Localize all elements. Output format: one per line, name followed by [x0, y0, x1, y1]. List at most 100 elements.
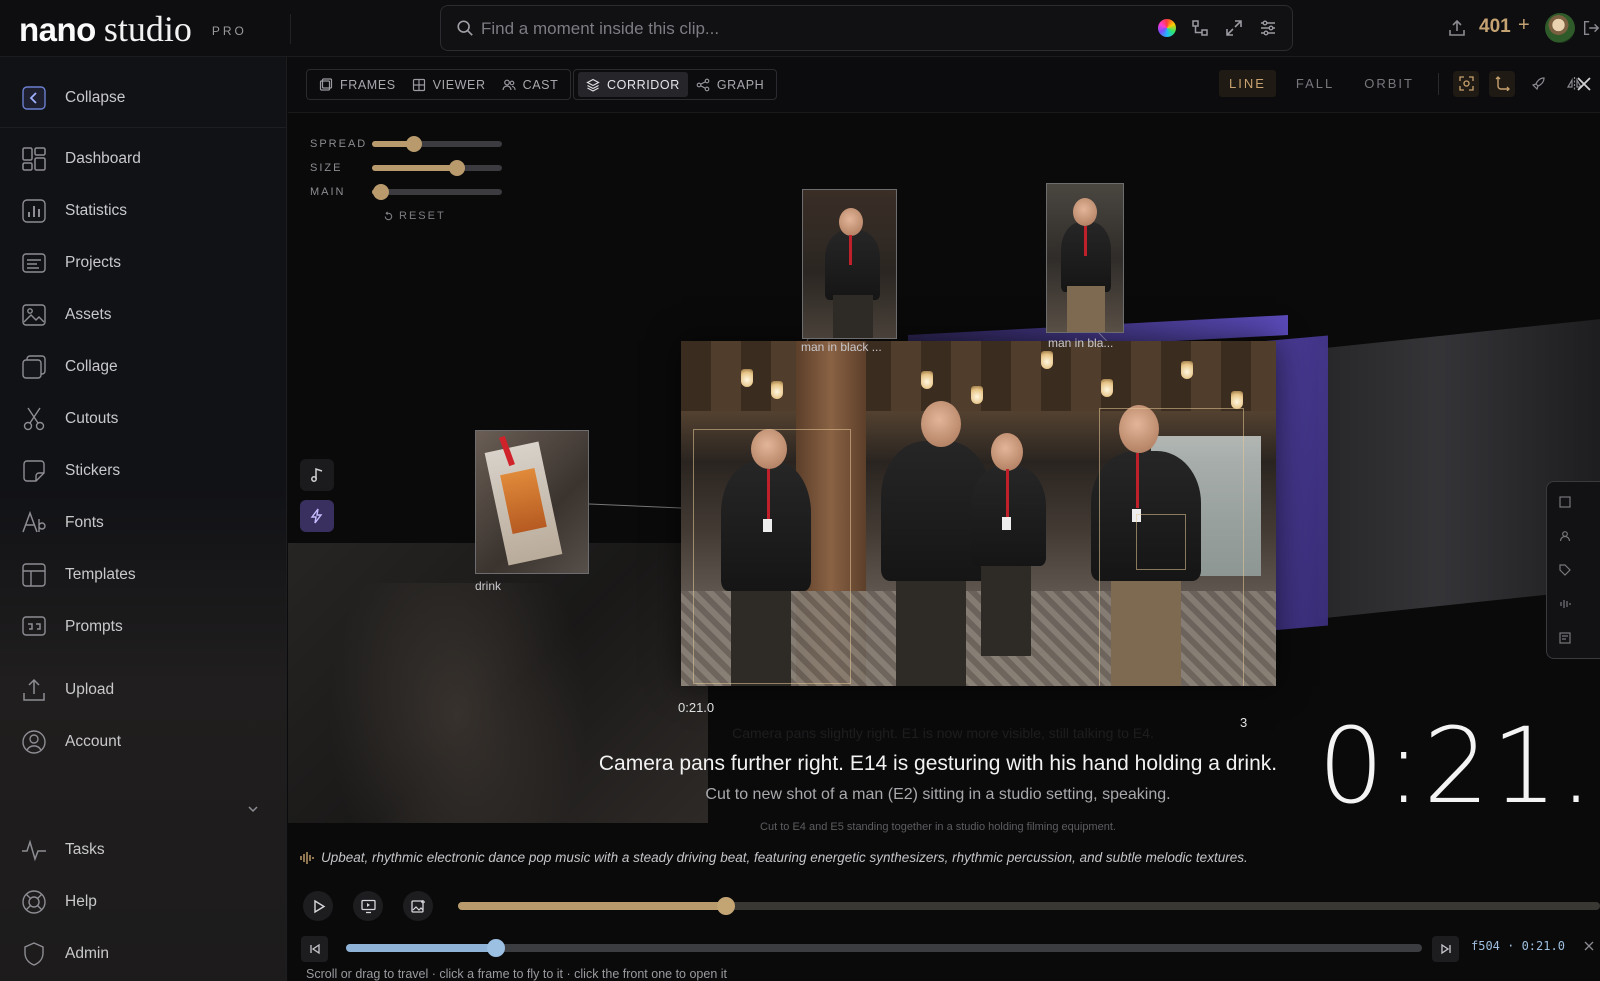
mode-orbit[interactable]: ORBIT	[1354, 70, 1424, 97]
search-bar[interactable]	[440, 5, 1293, 51]
tab-graph[interactable]: GRAPH	[688, 72, 772, 97]
lightning-icon	[310, 508, 323, 524]
inspector-panel-handle[interactable]	[1546, 481, 1600, 659]
thumbnail-label: drink	[475, 579, 502, 593]
mode-line[interactable]: LINE	[1219, 70, 1276, 97]
sticker-icon	[23, 460, 45, 482]
search-tools	[1158, 18, 1278, 38]
sidebar-item-projects[interactable]: Projects	[20, 246, 270, 280]
close-icon[interactable]	[1576, 76, 1592, 92]
collage-icon	[22, 355, 46, 379]
sidebar-item-prompts[interactable]: Prompts	[20, 610, 270, 644]
sidebar-item-admin[interactable]: Admin	[20, 937, 270, 971]
sidebar-item-label: Cutouts	[65, 410, 119, 427]
slider-track[interactable]	[372, 184, 502, 200]
sidebar-item-label: Projects	[65, 254, 121, 271]
user-avatar[interactable]	[1545, 13, 1575, 43]
front-frame[interactable]	[681, 341, 1276, 686]
rocket-icon	[1531, 77, 1545, 91]
add-credits-button[interactable]: +	[1518, 14, 1530, 37]
thumbnail-man-in-black-2[interactable]	[1046, 183, 1124, 333]
close-icon[interactable]	[1584, 941, 1594, 951]
sidebar-item-label: Dashboard	[65, 150, 141, 167]
fly-button[interactable]	[1525, 71, 1551, 97]
sidebar-item-collapse[interactable]: Collapse	[20, 81, 270, 115]
sidebar-item-tasks[interactable]: Tasks	[20, 833, 270, 867]
layout-mode-group: LINE FALL ORBIT	[1219, 70, 1587, 97]
present-button[interactable]	[353, 891, 383, 921]
slider-knob[interactable]	[405, 136, 422, 152]
previous-frame-button[interactable]	[301, 936, 328, 962]
filter-sliders-icon[interactable]	[1258, 18, 1278, 38]
playback-progress-bar[interactable]	[458, 897, 1600, 915]
caption-next-shot: Cut to new shot of a man (E2) sitting in…	[705, 786, 1171, 803]
thumbnail-drink[interactable]	[475, 430, 589, 574]
thumbnail-man-in-black-1[interactable]	[802, 189, 897, 339]
sidebar-item-assets[interactable]: Assets	[20, 298, 270, 332]
mode-fall[interactable]: FALL	[1286, 70, 1344, 97]
lanyard	[1084, 226, 1087, 256]
slider-main: MAIN	[310, 184, 502, 200]
chevron-down-icon[interactable]	[246, 802, 260, 816]
play-button[interactable]	[303, 891, 333, 921]
reset-button[interactable]: RESET	[383, 210, 446, 222]
sidebar-item-templates[interactable]: Templates	[20, 558, 270, 592]
dashboard-icon	[22, 147, 46, 171]
sidebar-item-stickers[interactable]: Stickers	[20, 454, 270, 488]
search-input[interactable]	[481, 16, 1121, 42]
caption-previous: Camera pans slightly right. E1 is now mo…	[732, 725, 1154, 741]
sidebar-item-help[interactable]: Help	[20, 885, 270, 919]
slider-knob[interactable]	[448, 160, 465, 176]
color-wheel-icon[interactable]	[1158, 19, 1176, 37]
play-icon	[313, 899, 325, 913]
snapshot-button[interactable]	[403, 891, 433, 921]
thumbnail-head	[1073, 198, 1097, 226]
focus-frame-button[interactable]	[1453, 70, 1479, 97]
sidebar-item-collage[interactable]: Collage	[20, 350, 270, 384]
frame-timecode: 0:21.0	[678, 700, 715, 715]
slider-track[interactable]	[372, 160, 502, 176]
sidebar-item-account[interactable]: Account	[20, 725, 270, 759]
credits-count: 401	[1479, 16, 1511, 37]
sidebar-item-statistics[interactable]: Statistics	[20, 194, 270, 228]
link-nodes-icon[interactable]	[1190, 18, 1210, 38]
tab-corridor[interactable]: CORRIDOR	[578, 72, 688, 97]
playback-scrubber[interactable]	[717, 897, 736, 915]
tab-viewer[interactable]: VIEWER	[404, 72, 494, 97]
slider-track[interactable]	[372, 136, 502, 152]
slider-knob[interactable]	[373, 184, 390, 200]
music-toggle-button[interactable]	[300, 459, 334, 491]
music-note-icon	[311, 467, 323, 482]
thumbnail-person	[825, 230, 880, 300]
sidebar-item-upload[interactable]: Upload	[20, 673, 270, 707]
sidebar-item-dashboard[interactable]: Dashboard	[20, 142, 270, 176]
detection-box[interactable]	[693, 429, 851, 684]
sidebar-item-label: Assets	[65, 306, 112, 323]
top-divider	[290, 14, 291, 44]
logout-icon[interactable]	[1582, 18, 1600, 38]
detection-box-drink[interactable]	[1136, 514, 1186, 570]
tab-cast[interactable]: CAST	[494, 72, 567, 97]
lanyard	[849, 235, 852, 265]
tab-frames[interactable]: FRAMES	[311, 72, 404, 97]
sidebar-item-fonts[interactable]: Fonts	[20, 506, 270, 540]
energy-toggle-button[interactable]	[300, 500, 334, 532]
expand-icon[interactable]	[1224, 18, 1244, 38]
share-upload-icon[interactable]	[1447, 18, 1467, 38]
sidebar-item-cutouts[interactable]: Cutouts	[20, 402, 270, 436]
brand-logo[interactable]: nano studio PRO	[19, 8, 247, 50]
frame-lamp	[921, 371, 933, 389]
monitor-play-icon	[360, 899, 376, 913]
corridor-position-bar[interactable]	[346, 939, 1422, 957]
path-toggle-button[interactable]	[1489, 70, 1515, 97]
person-legs	[981, 556, 1031, 656]
collapse-icon	[22, 86, 46, 110]
next-frame-button[interactable]	[1432, 936, 1459, 962]
corridor-position-scrubber[interactable]	[486, 939, 505, 957]
music-text: Upbeat, rhythmic electronic dance pop mu…	[321, 850, 1248, 865]
sidebar-item-label: Upload	[65, 681, 115, 698]
brand-name-bold: nano	[19, 11, 96, 48]
sidebar-item-label: Collage	[65, 358, 118, 375]
tab-label: CORRIDOR	[607, 77, 680, 92]
music-description: Upbeat, rhythmic electronic dance pop mu…	[300, 850, 1248, 865]
